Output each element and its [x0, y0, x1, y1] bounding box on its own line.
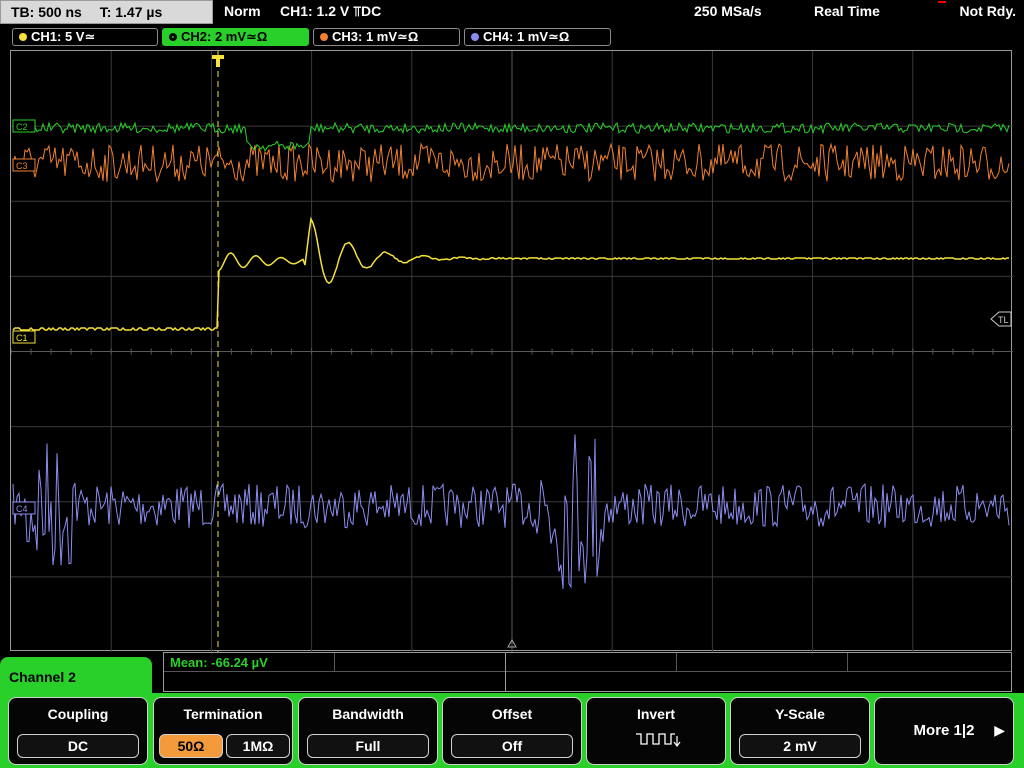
channel-tabs: CH1: 5 V≃ CH2: 2 mV≃Ω CH3: 1 mV≃Ω CH4: 1…: [0, 26, 1024, 48]
ch2-color-icon: [169, 32, 177, 41]
square-wave-invert-icon: [636, 733, 681, 747]
tab-ch1[interactable]: CH1: 5 V≃: [12, 28, 158, 46]
waveform-svg: C2 C3 C1 C4 TL: [11, 51, 1013, 652]
tab-ch4[interactable]: CH4: 1 mV≃Ω: [464, 28, 611, 46]
offset-softkey[interactable]: Offset Off: [442, 697, 582, 765]
termination-softkey[interactable]: Termination 50Ω 1MΩ: [153, 697, 293, 765]
termination-50ohm-option[interactable]: 50Ω: [159, 734, 223, 758]
yscale-value[interactable]: 2 mV: [739, 734, 861, 758]
ch4-ground-marker-label: C4: [16, 504, 28, 514]
coupling-value[interactable]: DC: [17, 734, 139, 758]
tab-ch1-label: CH1: 5 V≃: [31, 29, 96, 44]
coupling-label: Coupling: [47, 706, 109, 722]
offset-value[interactable]: Off: [451, 734, 573, 758]
ch4-color-icon: [471, 32, 479, 41]
tab-ch4-label: CH4: 1 mV≃Ω: [483, 29, 570, 44]
measurement-divider: [505, 653, 506, 691]
yscale-softkey[interactable]: Y-Scale 2 mV: [730, 697, 870, 765]
measurement-mean[interactable]: Mean: -66.24 µV: [170, 655, 268, 670]
bandwidth-label: Bandwidth: [332, 706, 404, 722]
offset-label: Offset: [491, 706, 533, 722]
coupling-softkey[interactable]: Coupling DC: [8, 697, 148, 765]
status-indicator: [938, 1, 946, 3]
ch3-trace: [12, 142, 1010, 184]
ch3-ground-marker-label: C3: [16, 161, 28, 171]
ch1-trace: [12, 216, 1009, 332]
ch2-ground-marker-label: C2: [16, 122, 28, 132]
status-bar: TB: 500 ns T: 1.47 µs Norm CH1: 1.2 V ⫪D…: [0, 0, 1024, 26]
chevron-right-icon: ▶: [994, 722, 1005, 738]
ch4-trace: [12, 434, 1010, 590]
timebase-value: TB: 500 ns: [11, 4, 82, 20]
termination-1mohm-option[interactable]: 1MΩ: [226, 734, 290, 758]
measurement-divider: [847, 653, 848, 671]
waveform-display[interactable]: C2 C3 C1 C4 TL: [10, 50, 1013, 652]
more-softkey[interactable]: More 1|2 ▶: [874, 697, 1014, 765]
acquisition-mode: Real Time: [814, 3, 880, 19]
ch1-color-icon: [19, 32, 27, 41]
invert-softkey[interactable]: Invert: [586, 697, 726, 765]
trigger-mode[interactable]: Norm: [224, 3, 261, 19]
more-label: More 1|2: [913, 722, 975, 739]
ch3-color-icon: [320, 32, 328, 41]
ch2-trace: [12, 121, 1010, 152]
tab-ch2-label: CH2: 2 mV≃Ω: [181, 29, 268, 44]
menu-title-panel: Channel 2: [0, 657, 152, 697]
measurement-divider: [676, 653, 677, 671]
measurement-divider: [334, 653, 335, 671]
trigger-level-label: TL: [998, 315, 1009, 325]
invert-label: Invert: [636, 706, 676, 722]
measurement-bar: Mean: -66.24 µV: [163, 652, 1012, 692]
tab-ch2[interactable]: CH2: 2 mV≃Ω: [162, 28, 309, 46]
menu-title: Channel 2: [9, 669, 76, 685]
trigger-setting[interactable]: CH1: 1.2 V ⫪DC: [280, 3, 381, 20]
termination-label: Termination: [183, 706, 263, 722]
timebase-box[interactable]: TB: 500 ns T: 1.47 µs: [0, 0, 213, 24]
tab-ch3-label: CH3: 1 mV≃Ω: [332, 29, 419, 44]
bandwidth-softkey[interactable]: Bandwidth Full: [298, 697, 438, 765]
ch1-ground-marker-label: C1: [16, 333, 28, 343]
trigger-position-marker: [212, 55, 224, 67]
yscale-label: Y-Scale: [775, 706, 825, 722]
measurement-divider: [164, 671, 1011, 672]
trigger-time-value: T: 1.47 µs: [99, 4, 163, 20]
bandwidth-value[interactable]: Full: [307, 734, 429, 758]
sample-rate: 250 MSa/s: [694, 3, 762, 19]
tab-ch3[interactable]: CH3: 1 mV≃Ω: [313, 28, 460, 46]
acquisition-state: Not Rdy.: [959, 3, 1016, 19]
